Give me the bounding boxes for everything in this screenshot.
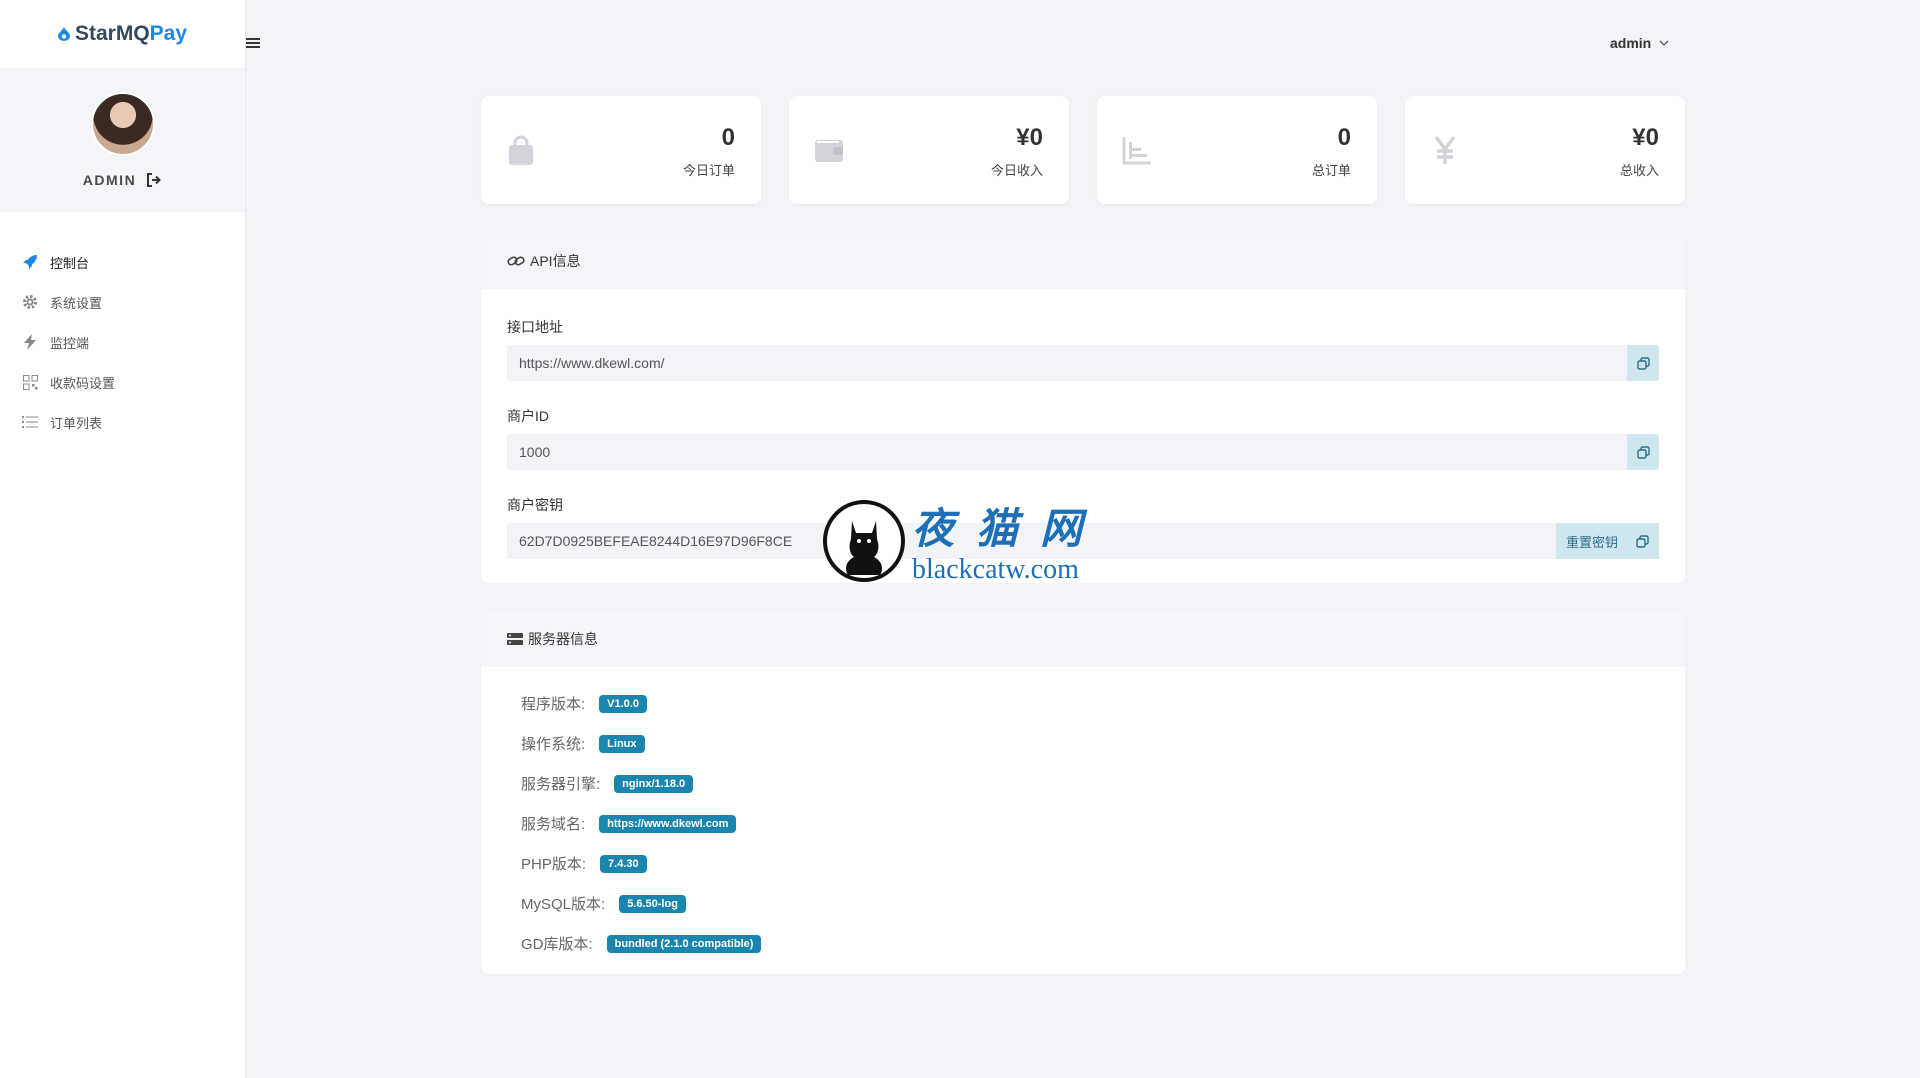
panel-header: API信息 (481, 233, 1685, 289)
info-badge: bundled (2.1.0 compatible) (606, 934, 762, 953)
stat-card-today-orders: 0 今日订单 (481, 96, 761, 204)
stat-card-total-orders: 0 总订单 (1097, 96, 1377, 204)
server-icon (507, 633, 523, 645)
info-row-os: 操作系统: Linux (521, 733, 645, 754)
list-icon (21, 413, 39, 431)
merchant-id-value[interactable]: 1000 (507, 444, 1627, 460)
qrcode-icon (21, 373, 39, 391)
endpoint-field[interactable]: https://www.dkewl.com/ (507, 345, 1659, 381)
stat-card-today-income: ¥0 今日收入 (789, 96, 1069, 204)
panel-title: 服务器信息 (528, 631, 598, 647)
info-row-php: PHP版本: 7.4.30 (521, 853, 647, 874)
user-name-label: ADMIN (82, 172, 137, 188)
info-badge: Linux (599, 734, 645, 753)
user-panel: ADMIN (0, 68, 245, 212)
brand-name-part2: Pay (149, 22, 188, 45)
stat-card-total-income: ¥0 总收入 (1405, 96, 1685, 204)
info-row-version: 程序版本: V1.0.0 (521, 693, 647, 714)
shopping-bag-icon (509, 135, 533, 165)
sidebar-item-qrcode[interactable]: 收款码设置 (0, 362, 245, 402)
flame-icon (57, 27, 70, 41)
link-icon (507, 256, 525, 266)
stat-label: 总收入 (1619, 163, 1659, 178)
stats-row: 0 今日订单 ¥0 今日收入 0 总订单 ¥0 总收入 (481, 96, 1685, 204)
sidebar-item-monitor[interactable]: 监控端 (0, 322, 245, 362)
sidebar-item-label: 控制台 (50, 255, 90, 271)
info-label: GD库版本: (521, 936, 593, 953)
stat-value: ¥0 (1016, 124, 1043, 151)
admin-dropdown[interactable]: admin (1610, 35, 1669, 51)
stat-label: 总订单 (1311, 163, 1351, 178)
panel-title: API信息 (530, 253, 581, 269)
brand-logo[interactable]: StarMQ Pay (0, 0, 245, 68)
sidebar: StarMQ Pay ADMIN 控制台 系统设置 监控端 收款码设置 订单列表 (0, 0, 246, 1078)
black-cat-logo-icon (823, 499, 905, 582)
info-label: 程序版本: (521, 696, 586, 713)
panel-header: 服务器信息 (481, 611, 1685, 667)
sidebar-item-label: 订单列表 (50, 415, 103, 431)
sidebar-item-orders[interactable]: 订单列表 (0, 402, 245, 442)
watermark-en: blackcatw.com (912, 554, 1079, 585)
user-name: ADMIN (83, 172, 162, 188)
menu-toggle-icon[interactable] (246, 36, 260, 50)
sidebar-item-label: 收款码设置 (50, 375, 116, 391)
reset-key-button[interactable]: 重置密钥 (1555, 523, 1659, 559)
yen-icon (1434, 135, 1456, 164)
endpoint-label: 接口地址 (507, 319, 563, 335)
gear-icon (21, 293, 39, 311)
merchant-key-label: 商户密钥 (507, 497, 563, 513)
rocket-icon (21, 253, 39, 271)
copy-merchant-id-button[interactable] (1627, 434, 1659, 470)
copy-icon (1636, 445, 1650, 459)
logout-icon[interactable] (146, 173, 162, 187)
sidebar-nav: 控制台 系统设置 监控端 收款码设置 订单列表 (0, 242, 245, 442)
info-badge: https://www.dkewl.com (599, 814, 737, 833)
watermark-text: 夜猫网 blackcatw.com (912, 495, 1104, 586)
info-row-gd: GD库版本: bundled (2.1.0 compatible) (521, 933, 762, 954)
info-badge: 5.6.50-log (619, 894, 686, 913)
admin-username: admin (1610, 35, 1652, 51)
info-badge: nginx/1.18.0 (614, 774, 694, 793)
info-row-mysql: MySQL版本: 5.6.50-log (521, 893, 686, 914)
stat-label: 今日收入 (990, 163, 1043, 178)
info-label: 服务器引擎: (521, 776, 601, 793)
sidebar-item-label: 监控端 (50, 335, 90, 351)
chart-icon (1122, 137, 1151, 165)
info-label: 服务域名: (521, 816, 586, 833)
merchant-id-field[interactable]: 1000 (507, 434, 1659, 470)
copy-icon (1636, 356, 1650, 370)
sidebar-item-dashboard[interactable]: 控制台 (0, 242, 245, 282)
merchant-id-label: 商户ID (507, 408, 549, 424)
info-row-engine: 服务器引擎: nginx/1.18.0 (521, 773, 694, 794)
chevron-down-icon (1659, 40, 1669, 46)
info-label: 操作系统: (521, 736, 586, 753)
info-label: PHP版本: (521, 856, 587, 873)
avatar[interactable] (90, 92, 155, 156)
wallet-icon (815, 140, 843, 162)
reset-key-label: 重置密钥 (1565, 534, 1618, 550)
server-info-panel: 服务器信息 程序版本: V1.0.0 操作系统: Linux 服务器引擎: ng… (481, 611, 1685, 974)
info-badge: 7.4.30 (600, 854, 647, 873)
stat-value: ¥0 (1632, 124, 1659, 151)
stat-value: 0 (721, 124, 735, 151)
sidebar-item-settings[interactable]: 系统设置 (0, 282, 245, 322)
copy-endpoint-button[interactable] (1627, 345, 1659, 381)
copy-icon[interactable] (1636, 534, 1649, 548)
stat-label: 今日订单 (682, 163, 735, 178)
sidebar-item-label: 系统设置 (50, 295, 103, 311)
brand-name-part1: StarMQ (74, 22, 150, 45)
bolt-icon (21, 333, 39, 351)
watermark: 夜猫网 blackcatw.com (822, 495, 1104, 586)
stat-value: 0 (1337, 124, 1351, 151)
watermark-cn: 夜猫网 (912, 504, 1105, 553)
info-badge: V1.0.0 (599, 694, 647, 713)
endpoint-value[interactable]: https://www.dkewl.com/ (507, 355, 1627, 371)
info-label: MySQL版本: (521, 896, 606, 913)
info-row-domain: 服务域名: https://www.dkewl.com (521, 813, 737, 834)
